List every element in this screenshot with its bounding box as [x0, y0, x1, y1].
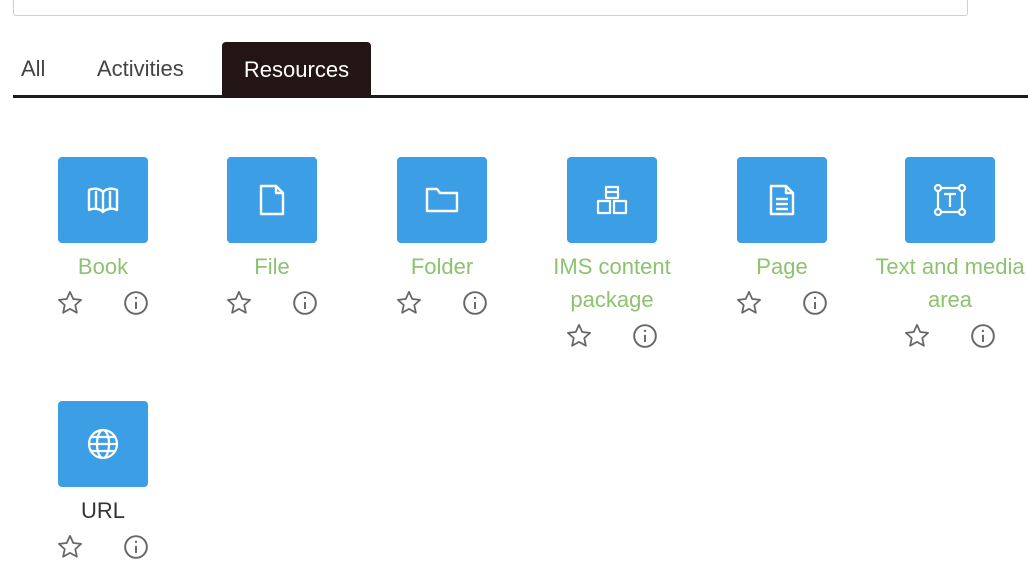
item-actions — [702, 288, 862, 318]
star-icon[interactable] — [394, 288, 424, 318]
item-actions — [362, 288, 522, 318]
info-icon[interactable] — [290, 288, 320, 318]
resource-item-file: File — [192, 157, 352, 318]
item-actions — [23, 288, 183, 318]
star-icon[interactable] — [55, 532, 85, 562]
globe-icon — [87, 428, 119, 460]
item-label[interactable]: File — [192, 250, 352, 283]
tab-all[interactable]: All — [21, 40, 45, 95]
text-media-icon — [933, 183, 967, 217]
star-icon[interactable] — [734, 288, 764, 318]
file-icon — [259, 184, 285, 216]
item-label[interactable]: Text and media area — [872, 250, 1028, 316]
item-label[interactable]: Folder — [362, 250, 522, 283]
info-icon[interactable] — [121, 532, 151, 562]
star-icon[interactable] — [902, 321, 932, 351]
text-media-tile[interactable] — [905, 157, 995, 243]
resource-item-url: URL — [23, 401, 183, 562]
resource-item-folder: Folder — [362, 157, 522, 318]
star-icon[interactable] — [224, 288, 254, 318]
item-actions — [192, 288, 352, 318]
item-actions — [872, 321, 1028, 351]
file-tile[interactable] — [227, 157, 317, 243]
tab-activities[interactable]: Activities — [97, 40, 184, 95]
item-label[interactable]: IMS content package — [532, 250, 692, 316]
page-tile[interactable] — [737, 157, 827, 243]
url-tile[interactable] — [58, 401, 148, 487]
search-box[interactable] — [13, 0, 968, 16]
resource-item-ims-content-package: IMS content package — [532, 157, 692, 351]
ims-package-tile[interactable] — [567, 157, 657, 243]
folder-icon — [425, 187, 459, 213]
star-icon[interactable] — [55, 288, 85, 318]
resource-item-text-and-media-area: Text and media area — [872, 157, 1028, 351]
item-label[interactable]: URL — [23, 494, 183, 527]
item-actions — [532, 321, 692, 351]
folder-tile[interactable] — [397, 157, 487, 243]
resource-item-book: Book — [23, 157, 183, 318]
resource-item-page: Page — [702, 157, 862, 318]
tab-resources[interactable]: Resources — [222, 42, 371, 98]
info-icon[interactable] — [968, 321, 998, 351]
item-actions — [23, 532, 183, 562]
info-icon[interactable] — [121, 288, 151, 318]
page-icon — [769, 184, 795, 216]
book-icon — [87, 187, 119, 214]
info-icon[interactable] — [460, 288, 490, 318]
activity-chooser: All Activities Resources Book File Folde… — [0, 0, 1028, 572]
item-label[interactable]: Book — [23, 250, 183, 283]
item-label[interactable]: Page — [702, 250, 862, 283]
chooser-tabs: All Activities Resources — [13, 40, 1028, 98]
star-icon[interactable] — [564, 321, 594, 351]
book-tile[interactable] — [58, 157, 148, 243]
package-icon — [596, 185, 628, 215]
info-icon[interactable] — [800, 288, 830, 318]
info-icon[interactable] — [630, 321, 660, 351]
